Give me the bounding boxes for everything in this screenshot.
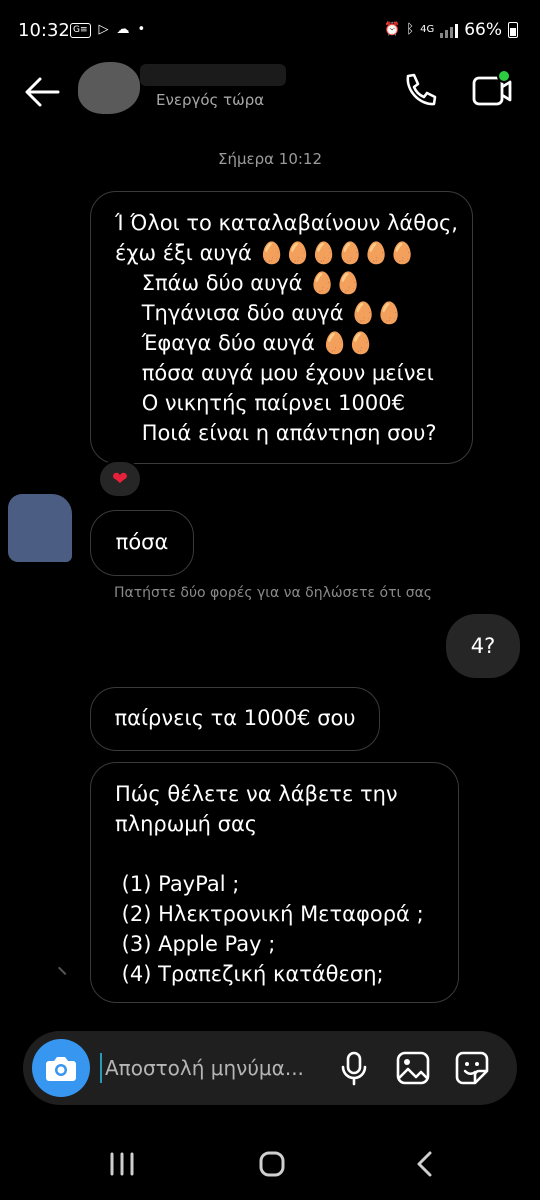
network-label: 4G	[420, 24, 435, 35]
back-arrow-icon	[25, 77, 60, 107]
sender-avatar[interactable]	[8, 494, 72, 562]
camera-button[interactable]	[32, 1039, 90, 1097]
chat-header: Ενεργός τώρα	[0, 62, 540, 122]
voice-message-button[interactable]	[333, 1047, 375, 1089]
home-button[interactable]	[248, 1146, 296, 1182]
cloud-icon: ☁	[116, 22, 130, 37]
status-bar: 10:32 G≡ ▷ ☁ • ⏰ ᛒ 4G 66%	[0, 0, 540, 62]
status-right-icons: ⏰ ᛒ 4G 66%	[384, 20, 518, 40]
gallery-icon: G≡	[70, 22, 91, 38]
recents-icon	[110, 1152, 134, 1176]
heart-reaction-icon[interactable]: ❤	[98, 460, 142, 498]
seen-indicator-icon	[57, 960, 73, 976]
phone-icon	[406, 73, 437, 106]
gallery-icon	[396, 1051, 430, 1085]
sticker-button[interactable]	[451, 1047, 493, 1089]
text-caret	[100, 1053, 102, 1083]
system-nav-bar	[0, 1128, 540, 1200]
status-time: 10:32	[18, 20, 70, 41]
active-status: Ενεργός τώρα	[156, 91, 265, 109]
play-store-icon: ▷	[98, 22, 109, 37]
video-call-icon	[472, 69, 512, 106]
message-composer	[23, 1031, 517, 1105]
message-input[interactable]	[105, 1047, 335, 1089]
dot-icon: •	[137, 22, 146, 37]
video-call-button[interactable]	[468, 68, 516, 112]
nav-back-button[interactable]	[400, 1146, 448, 1182]
bluetooth-icon: ᛒ	[406, 22, 415, 37]
back-icon	[417, 1151, 432, 1177]
online-dot-icon	[497, 69, 511, 83]
gallery-button[interactable]	[392, 1047, 434, 1089]
signal-icon	[440, 22, 459, 38]
contact-name-redacted[interactable]	[140, 64, 286, 86]
alarm-icon: ⏰	[384, 22, 401, 37]
avatar[interactable]	[78, 62, 140, 114]
outgoing-message-bubble[interactable]: 4?	[446, 614, 520, 678]
camera-icon	[46, 1057, 76, 1081]
incoming-message-bubble[interactable]: Πώς θέλετε να λάβετε την πληρωμή σας (1)…	[90, 762, 459, 1003]
home-icon	[259, 1151, 285, 1177]
battery-percent: 66%	[464, 20, 502, 40]
status-left-icons: G≡ ▷ ☁ •	[70, 21, 145, 39]
recents-button[interactable]	[98, 1146, 146, 1182]
microphone-icon	[341, 1051, 367, 1086]
incoming-message-bubble[interactable]: πόσα	[90, 510, 194, 576]
battery-icon	[508, 22, 518, 38]
voice-call-button[interactable]	[398, 68, 442, 112]
sticker-icon	[455, 1051, 489, 1085]
double-tap-hint: Πατήστε δύο φορές για να δηλώσετε ότι σα…	[114, 585, 433, 601]
incoming-message-bubble[interactable]: Ί Όλοι το καταλαβαίνουν λάθος, έχω έξι α…	[90, 191, 473, 464]
chat-timestamp: Σήμερα 10:12	[217, 150, 323, 168]
incoming-message-bubble[interactable]: παίρνεις τα 1000€ σου	[90, 687, 380, 751]
back-button[interactable]	[20, 70, 64, 114]
